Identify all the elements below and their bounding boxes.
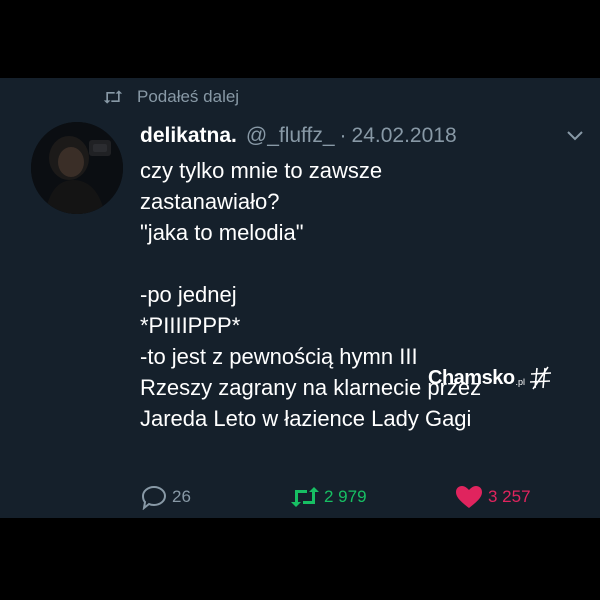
watermark-tld: .pl [515, 377, 526, 387]
tweet-date[interactable]: 24.02.2018 [352, 124, 457, 148]
retweet-button[interactable]: 2 979 [290, 482, 367, 512]
retweet-context-label: Podałeś dalej [137, 87, 240, 106]
like-button[interactable]: 3 257 [454, 482, 531, 512]
avatar-photo [31, 122, 123, 214]
tweet-card[interactable]: Podałeś dalej delikatna. @_fluffz_ · 24.… [0, 78, 600, 518]
heart-icon [456, 486, 482, 508]
chevron-down-icon[interactable] [566, 130, 584, 142]
display-name[interactable]: delikatna. [140, 124, 237, 148]
watermark: Chamsko .pl [428, 363, 554, 393]
reply-button[interactable]: 26 [140, 482, 191, 512]
reply-count: 26 [172, 487, 191, 506]
tweet-text-line: *PIIIIPPP* [140, 313, 241, 338]
reply-icon [141, 485, 167, 510]
retweet-count: 2 979 [324, 487, 367, 506]
watermark-brand: Chamsko [428, 366, 515, 389]
header-separator: · [339, 124, 347, 147]
tweet-text-line: -po jednej [140, 282, 237, 307]
retweet-context: Podałeś dalej [103, 86, 239, 108]
avatar[interactable] [31, 122, 123, 214]
retweet-icon [103, 90, 123, 104]
hash-logo-icon [530, 366, 552, 390]
tweet-actions: 26 2 979 3 257 [140, 482, 580, 512]
user-handle[interactable]: @_fluffz_ [246, 124, 335, 148]
tweet-text-line: czy tylko mnie to zawsze [140, 158, 383, 183]
tweet-text-line: "jaka to melodia" [140, 220, 304, 245]
retweet-icon [291, 487, 319, 507]
tweet-text-line: Jareda Leto w łazience Lady Gagi [140, 406, 472, 431]
like-count: 3 257 [488, 487, 531, 506]
tweet-header: delikatna. @_fluffz_ · 24.02.2018 [140, 122, 457, 150]
tweet-text-blank-line [140, 248, 580, 279]
screenshot-frame: Podałeś dalej delikatna. @_fluffz_ · 24.… [0, 0, 600, 600]
tweet-text-line: zastanawiało? [140, 189, 280, 214]
